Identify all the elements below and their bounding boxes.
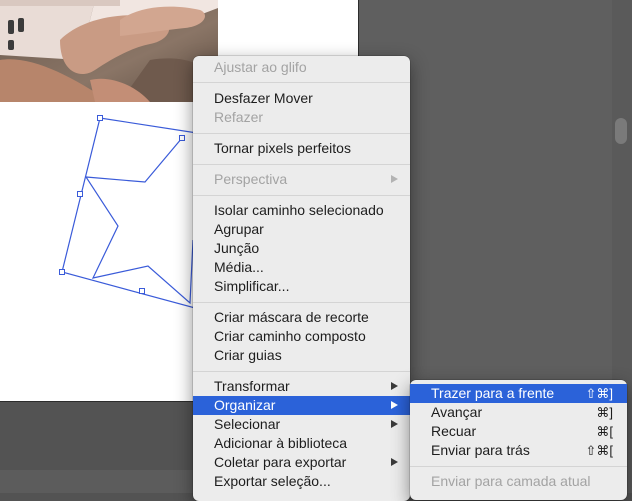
menu-item-simplify[interactable]: Simplificar... (193, 277, 410, 296)
menu-item-send-backward[interactable]: Recuar ⌘[ (410, 422, 627, 441)
shortcut-label: ⇧⌘] (585, 386, 613, 401)
menu-item-undo-move[interactable]: Desfazer Mover (193, 89, 410, 108)
menu-item-add-to-library[interactable]: Adicionar à biblioteca (193, 434, 410, 453)
context-menu: Ajustar ao glifo Desfazer Mover Refazer … (193, 56, 410, 501)
scrollbar-thumb[interactable] (615, 118, 627, 144)
menu-item-make-pixel-perfect[interactable]: Tornar pixels perfeitos (193, 139, 410, 158)
menu-separator (193, 164, 410, 165)
menu-item-transform[interactable]: Transformar (193, 377, 410, 396)
shortcut-label: ⌘[ (596, 424, 613, 439)
menu-item-average[interactable]: Média... (193, 258, 410, 277)
selection-handle-icon[interactable] (77, 191, 83, 197)
menu-item-join[interactable]: Junção (193, 239, 410, 258)
submenu-arrow-icon (391, 420, 398, 428)
submenu-arrow-icon (391, 401, 398, 409)
menu-separator (193, 195, 410, 196)
star-shape (84, 137, 194, 305)
menu-item-collect-for-export[interactable]: Coletar para exportar (193, 453, 410, 472)
menu-separator (193, 371, 410, 372)
menu-item-redo: Refazer (214, 109, 264, 125)
menu-separator (193, 302, 410, 303)
menu-item-arrange[interactable]: Organizar (193, 396, 410, 415)
menu-item-send-to-current-layer: Enviar para camada atual (431, 473, 591, 489)
shortcut-label: ⌘] (596, 405, 613, 420)
menu-item-isolate-path[interactable]: Isolar caminho selecionado (193, 201, 410, 220)
selection-handle-icon[interactable] (97, 115, 103, 121)
arrange-submenu: Trazer para a frente ⇧⌘] Avançar ⌘] Recuar… (410, 380, 627, 500)
selection-handle-icon[interactable] (179, 135, 185, 141)
menu-item-snap-to-glyph: Ajustar ao glifo (214, 59, 307, 75)
selection-handle-icon[interactable] (59, 269, 65, 275)
menu-item-bring-to-front[interactable]: Trazer para a frente ⇧⌘] (410, 384, 627, 403)
shortcut-label: ⇧⌘[ (585, 443, 613, 458)
menu-item-select[interactable]: Selecionar (193, 415, 410, 434)
menu-item-make-clipping-mask[interactable]: Criar máscara de recorte (193, 308, 410, 327)
menu-item-make-guides[interactable]: Criar guias (193, 346, 410, 365)
submenu-arrow-icon (391, 458, 398, 466)
menu-item-bring-forward[interactable]: Avançar ⌘] (410, 403, 627, 422)
menu-item-make-compound-path[interactable]: Criar caminho composto (193, 327, 410, 346)
menu-item-send-to-back[interactable]: Enviar para trás ⇧⌘[ (410, 441, 627, 460)
menu-separator (410, 466, 627, 467)
submenu-arrow-icon (391, 175, 398, 183)
submenu-arrow-icon (391, 382, 398, 390)
menu-separator (193, 133, 410, 134)
selection-handle-icon[interactable] (139, 288, 145, 294)
menu-separator (193, 82, 410, 83)
selection-bounding-box (61, 117, 211, 309)
menu-item-export-selection[interactable]: Exportar seleção... (193, 472, 410, 491)
menu-item-group[interactable]: Agrupar (193, 220, 410, 239)
menu-item-perspective: Perspectiva (193, 170, 410, 189)
